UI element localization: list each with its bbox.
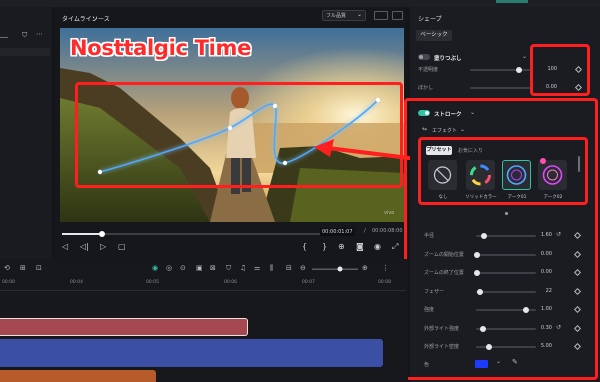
crop-icon[interactable]: ⊠: [210, 264, 216, 272]
tick-label: 00:06: [224, 280, 237, 285]
timeline-clip-title[interactable]: [0, 318, 248, 336]
shield-icon[interactable]: ⛉: [226, 264, 231, 273]
tick-label: 00:08: [378, 280, 391, 285]
tab-basic[interactable]: ベーシック: [416, 30, 452, 41]
quality-dropdown[interactable]: フル品質 ⌄: [322, 10, 366, 21]
fill-label: 塗りつぶし: [434, 56, 462, 62]
media-toolbar: ⛉ ⋯: [0, 30, 50, 43]
media-panel: [0, 7, 52, 259]
fill-toggle[interactable]: [418, 54, 430, 60]
more-icon[interactable]: ⋯: [36, 30, 43, 38]
split-icon[interactable]: ⫼: [270, 264, 273, 273]
fit-icon[interactable]: ⊟: [286, 264, 292, 272]
mic-icon[interactable]: ♫: [240, 264, 246, 272]
zoom-slider[interactable]: [312, 266, 358, 272]
snapshot-view-icon[interactable]: [392, 11, 403, 20]
blur-slider[interactable]: [470, 87, 530, 89]
media-list-item[interactable]: [0, 48, 50, 56]
timeline-clip-audio[interactable]: [0, 370, 156, 382]
display-mode-icon[interactable]: [374, 11, 388, 20]
magnet-icon[interactable]: ◉: [152, 264, 158, 272]
chevron-down-icon[interactable]: ⌄: [522, 53, 527, 60]
stop-icon[interactable]: ▢: [118, 242, 126, 251]
highlight-box-fill: [530, 44, 590, 96]
zoom-out-icon[interactable]: ⊖: [300, 264, 306, 272]
link-icon[interactable]: ◎: [166, 264, 172, 272]
blur-label: ぼかし: [418, 85, 434, 91]
timecode-separator: /: [364, 228, 366, 234]
mark-in-icon[interactable]: {: [302, 242, 307, 251]
top-accent-bar: [496, 0, 528, 3]
settings-icon[interactable]: ⋮: [382, 264, 389, 272]
panel-title: シェープ: [418, 16, 442, 23]
timecode-total: 00:00:08:00: [372, 228, 403, 234]
zoom-in-icon[interactable]: ⊕: [362, 264, 368, 272]
chevron-down-icon: ⌄: [356, 11, 362, 18]
opacity-label: 不透明度: [418, 67, 439, 73]
timeline-clip-video[interactable]: [0, 339, 383, 367]
mixer-icon[interactable]: ⚌: [254, 264, 260, 272]
tick-label: 00:00: [2, 280, 15, 285]
marker-icon[interactable]: ⊙: [180, 264, 186, 272]
divider-line: [0, 37, 8, 38]
render-icon[interactable]: ⊕: [338, 242, 345, 251]
tick-label: 00:07: [302, 280, 315, 285]
highlight-box-stroke: [404, 98, 598, 380]
fullscreen-icon[interactable]: ⤢: [392, 242, 398, 252]
tab-source[interactable]: ソース: [92, 14, 110, 23]
tick-label: 00:05: [146, 280, 159, 285]
volume-icon[interactable]: ◉: [374, 242, 381, 251]
opacity-slider-thumb[interactable]: [516, 67, 522, 73]
image-icon[interactable]: ▣: [196, 264, 203, 272]
tick-label: 00:04: [70, 280, 83, 285]
timeline-ruler[interactable]: [0, 279, 406, 291]
camera-icon[interactable]: ◙: [356, 242, 364, 251]
watermark: vivo: [384, 210, 395, 216]
snap-icon[interactable]: ⊡: [36, 264, 42, 272]
undo-icon[interactable]: ⟲: [4, 264, 10, 272]
group-icon[interactable]: ⊞: [20, 264, 26, 272]
mark-out-icon[interactable]: }: [322, 242, 327, 251]
step-back-icon[interactable]: ◁|: [80, 242, 89, 251]
filter-icon[interactable]: ⛉: [22, 31, 27, 40]
previous-frame-icon[interactable]: ◁: [62, 242, 68, 251]
timecode-current: 00:00:01:07: [320, 228, 355, 236]
play-icon[interactable]: ▷: [100, 242, 106, 251]
quality-value: フル品質: [326, 13, 347, 19]
